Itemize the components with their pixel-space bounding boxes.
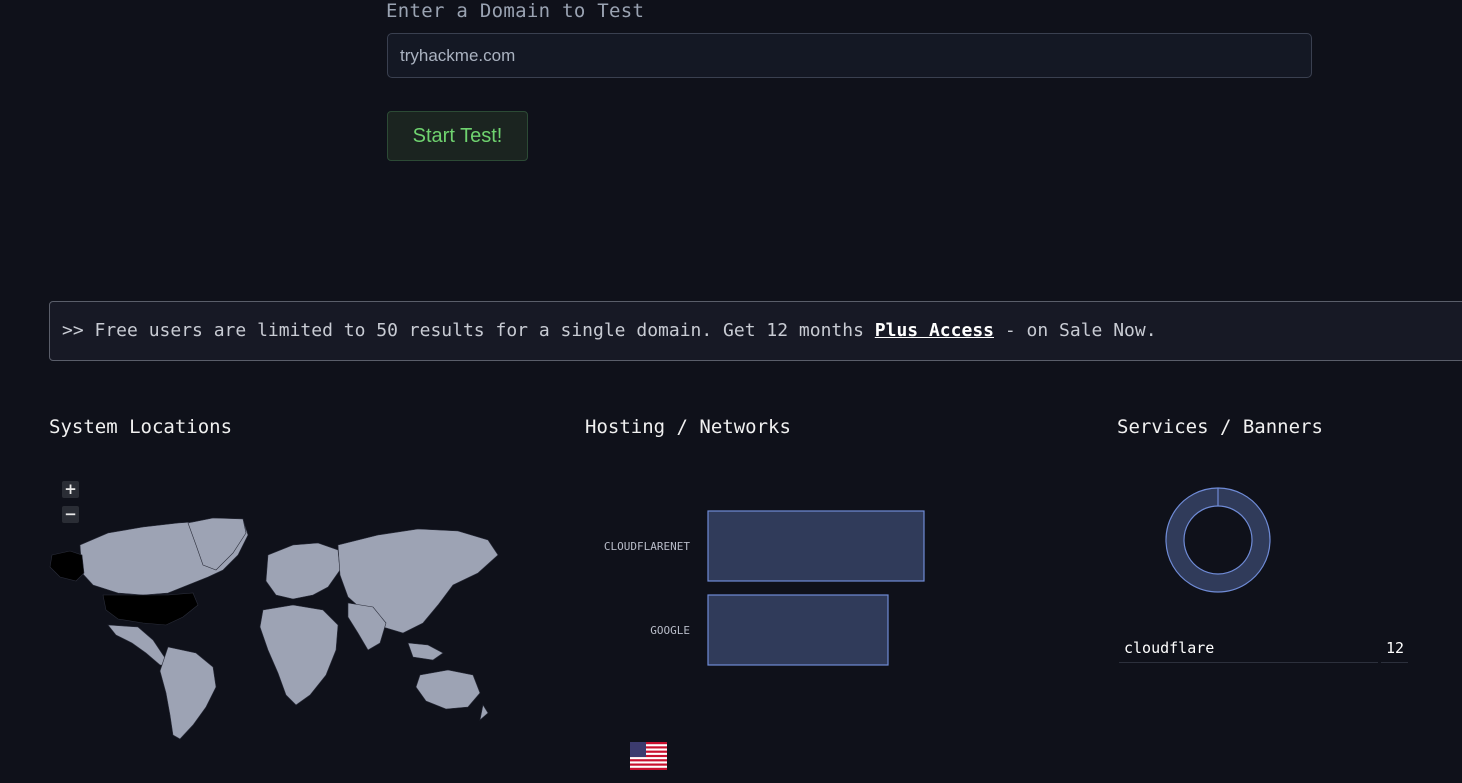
world-map[interactable] [48,515,503,745]
service-name: cloudflare [1124,639,1215,657]
map-region-alaska [49,550,85,582]
hosting-bar-google [707,594,889,666]
service-row-divider [1119,662,1378,663]
us-flag-icon [630,742,667,770]
map-zoom-in-button[interactable]: + [62,481,79,498]
hosting-networks-chart: CLOUDFLARENET GOOGLE [604,510,925,666]
plus-access-link[interactable]: Plus Access [875,320,994,341]
map-region-africa [259,604,339,706]
service-count-divider [1381,662,1408,663]
hosting-networks-title: Hosting / Networks [585,416,791,438]
services-donut-chart [1165,487,1271,593]
map-region-usa [102,592,199,626]
notice-text: >> Free users are limited to 50 results … [62,320,875,341]
map-region-indonesia [407,642,444,661]
map-region-europe [265,542,341,600]
notice-suffix: - on Sale Now. [994,320,1157,341]
map-region-australia [415,669,481,710]
system-locations-title: System Locations [49,416,233,438]
domain-field-label: Enter a Domain to Test [386,0,645,22]
hosting-bar-label: CLOUDFLARENET [604,540,690,553]
hosting-bar-cloudflarenet [707,510,925,582]
start-test-button[interactable]: Start Test! [387,111,528,161]
map-region-central-america [107,624,171,666]
map-region-new-zealand [479,704,489,721]
service-count: 12 [1386,639,1405,657]
domain-input[interactable]: tryhackme.com [387,33,1312,78]
plus-access-notice: >> Free users are limited to 50 results … [49,301,1462,361]
hosting-bar-label: GOOGLE [650,624,690,637]
map-region-south-america [159,646,217,740]
services-banners-title: Services / Banners [1117,416,1323,438]
